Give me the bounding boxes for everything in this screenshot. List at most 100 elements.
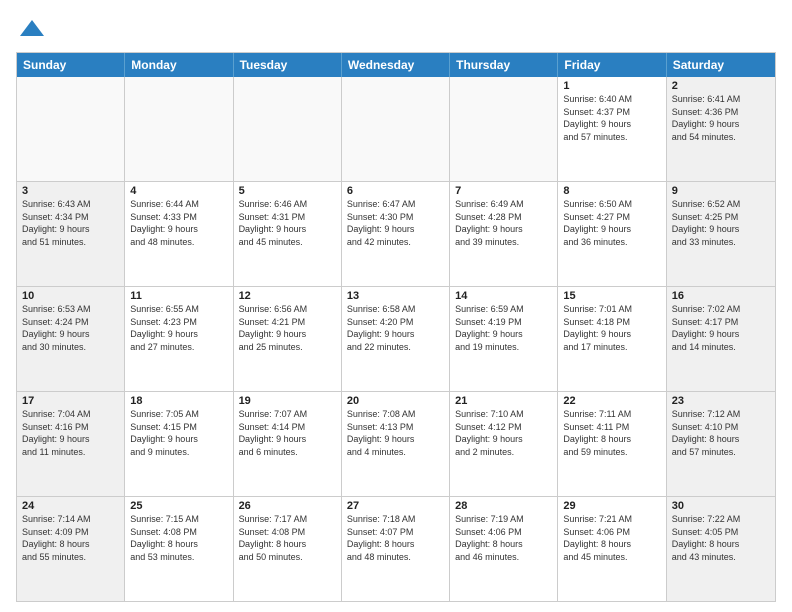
day-info: Sunrise: 6:44 AM Sunset: 4:33 PM Dayligh… [130,198,227,248]
day-cell-24: 24Sunrise: 7:14 AM Sunset: 4:09 PM Dayli… [17,497,125,601]
day-number: 14 [455,290,552,302]
day-number: 15 [563,290,660,302]
day-info: Sunrise: 7:21 AM Sunset: 4:06 PM Dayligh… [563,513,660,563]
day-info: Sunrise: 7:18 AM Sunset: 4:07 PM Dayligh… [347,513,444,563]
day-number: 5 [239,185,336,197]
day-number: 1 [563,80,660,92]
header-cell-wednesday: Wednesday [342,53,450,77]
day-cell-1: 1Sunrise: 6:40 AM Sunset: 4:37 PM Daylig… [558,77,666,181]
day-cell-27: 27Sunrise: 7:18 AM Sunset: 4:07 PM Dayli… [342,497,450,601]
day-info: Sunrise: 7:19 AM Sunset: 4:06 PM Dayligh… [455,513,552,563]
day-number: 26 [239,500,336,512]
day-info: Sunrise: 7:07 AM Sunset: 4:14 PM Dayligh… [239,408,336,458]
day-cell-empty [17,77,125,181]
day-number: 13 [347,290,444,302]
day-number: 8 [563,185,660,197]
header-cell-saturday: Saturday [667,53,775,77]
logo-icon [18,16,46,44]
day-info: Sunrise: 7:15 AM Sunset: 4:08 PM Dayligh… [130,513,227,563]
day-number: 9 [672,185,770,197]
calendar: SundayMondayTuesdayWednesdayThursdayFrid… [16,52,776,602]
day-cell-12: 12Sunrise: 6:56 AM Sunset: 4:21 PM Dayli… [234,287,342,391]
day-cell-21: 21Sunrise: 7:10 AM Sunset: 4:12 PM Dayli… [450,392,558,496]
day-info: Sunrise: 6:50 AM Sunset: 4:27 PM Dayligh… [563,198,660,248]
day-info: Sunrise: 7:17 AM Sunset: 4:08 PM Dayligh… [239,513,336,563]
day-info: Sunrise: 6:55 AM Sunset: 4:23 PM Dayligh… [130,303,227,353]
day-number: 20 [347,395,444,407]
day-cell-9: 9Sunrise: 6:52 AM Sunset: 4:25 PM Daylig… [667,182,775,286]
header-cell-monday: Monday [125,53,233,77]
day-info: Sunrise: 6:46 AM Sunset: 4:31 PM Dayligh… [239,198,336,248]
day-cell-2: 2Sunrise: 6:41 AM Sunset: 4:36 PM Daylig… [667,77,775,181]
day-number: 11 [130,290,227,302]
day-info: Sunrise: 6:43 AM Sunset: 4:34 PM Dayligh… [22,198,119,248]
header-cell-friday: Friday [558,53,666,77]
day-cell-17: 17Sunrise: 7:04 AM Sunset: 4:16 PM Dayli… [17,392,125,496]
day-number: 12 [239,290,336,302]
calendar-row-3: 10Sunrise: 6:53 AM Sunset: 4:24 PM Dayli… [17,286,775,391]
day-number: 28 [455,500,552,512]
day-number: 30 [672,500,770,512]
day-number: 17 [22,395,119,407]
day-info: Sunrise: 6:41 AM Sunset: 4:36 PM Dayligh… [672,93,770,143]
day-info: Sunrise: 7:11 AM Sunset: 4:11 PM Dayligh… [563,408,660,458]
day-info: Sunrise: 7:04 AM Sunset: 4:16 PM Dayligh… [22,408,119,458]
day-number: 24 [22,500,119,512]
day-cell-empty [125,77,233,181]
header-cell-thursday: Thursday [450,53,558,77]
day-cell-11: 11Sunrise: 6:55 AM Sunset: 4:23 PM Dayli… [125,287,233,391]
day-info: Sunrise: 7:10 AM Sunset: 4:12 PM Dayligh… [455,408,552,458]
day-cell-15: 15Sunrise: 7:01 AM Sunset: 4:18 PM Dayli… [558,287,666,391]
day-cell-29: 29Sunrise: 7:21 AM Sunset: 4:06 PM Dayli… [558,497,666,601]
day-info: Sunrise: 7:12 AM Sunset: 4:10 PM Dayligh… [672,408,770,458]
calendar-row-5: 24Sunrise: 7:14 AM Sunset: 4:09 PM Dayli… [17,496,775,601]
day-cell-28: 28Sunrise: 7:19 AM Sunset: 4:06 PM Dayli… [450,497,558,601]
page: SundayMondayTuesdayWednesdayThursdayFrid… [0,0,792,612]
day-cell-5: 5Sunrise: 6:46 AM Sunset: 4:31 PM Daylig… [234,182,342,286]
day-info: Sunrise: 7:22 AM Sunset: 4:05 PM Dayligh… [672,513,770,563]
logo [16,16,46,44]
day-info: Sunrise: 6:53 AM Sunset: 4:24 PM Dayligh… [22,303,119,353]
day-info: Sunrise: 6:56 AM Sunset: 4:21 PM Dayligh… [239,303,336,353]
day-info: Sunrise: 7:05 AM Sunset: 4:15 PM Dayligh… [130,408,227,458]
day-number: 16 [672,290,770,302]
day-info: Sunrise: 7:01 AM Sunset: 4:18 PM Dayligh… [563,303,660,353]
header-cell-tuesday: Tuesday [234,53,342,77]
day-number: 6 [347,185,444,197]
day-number: 21 [455,395,552,407]
day-number: 7 [455,185,552,197]
day-info: Sunrise: 6:58 AM Sunset: 4:20 PM Dayligh… [347,303,444,353]
day-cell-14: 14Sunrise: 6:59 AM Sunset: 4:19 PM Dayli… [450,287,558,391]
day-number: 19 [239,395,336,407]
day-info: Sunrise: 6:49 AM Sunset: 4:28 PM Dayligh… [455,198,552,248]
day-cell-3: 3Sunrise: 6:43 AM Sunset: 4:34 PM Daylig… [17,182,125,286]
day-number: 22 [563,395,660,407]
day-info: Sunrise: 7:08 AM Sunset: 4:13 PM Dayligh… [347,408,444,458]
day-info: Sunrise: 6:47 AM Sunset: 4:30 PM Dayligh… [347,198,444,248]
day-number: 29 [563,500,660,512]
day-cell-25: 25Sunrise: 7:15 AM Sunset: 4:08 PM Dayli… [125,497,233,601]
day-cell-8: 8Sunrise: 6:50 AM Sunset: 4:27 PM Daylig… [558,182,666,286]
header [16,12,776,44]
calendar-body: 1Sunrise: 6:40 AM Sunset: 4:37 PM Daylig… [17,77,775,601]
day-number: 4 [130,185,227,197]
day-info: Sunrise: 6:40 AM Sunset: 4:37 PM Dayligh… [563,93,660,143]
day-info: Sunrise: 6:52 AM Sunset: 4:25 PM Dayligh… [672,198,770,248]
day-cell-18: 18Sunrise: 7:05 AM Sunset: 4:15 PM Dayli… [125,392,233,496]
day-cell-4: 4Sunrise: 6:44 AM Sunset: 4:33 PM Daylig… [125,182,233,286]
day-number: 18 [130,395,227,407]
header-cell-sunday: Sunday [17,53,125,77]
calendar-row-2: 3Sunrise: 6:43 AM Sunset: 4:34 PM Daylig… [17,181,775,286]
day-cell-23: 23Sunrise: 7:12 AM Sunset: 4:10 PM Dayli… [667,392,775,496]
day-info: Sunrise: 7:02 AM Sunset: 4:17 PM Dayligh… [672,303,770,353]
day-cell-20: 20Sunrise: 7:08 AM Sunset: 4:13 PM Dayli… [342,392,450,496]
day-cell-30: 30Sunrise: 7:22 AM Sunset: 4:05 PM Dayli… [667,497,775,601]
calendar-row-4: 17Sunrise: 7:04 AM Sunset: 4:16 PM Dayli… [17,391,775,496]
day-info: Sunrise: 7:14 AM Sunset: 4:09 PM Dayligh… [22,513,119,563]
day-number: 27 [347,500,444,512]
day-number: 23 [672,395,770,407]
day-info: Sunrise: 6:59 AM Sunset: 4:19 PM Dayligh… [455,303,552,353]
day-cell-22: 22Sunrise: 7:11 AM Sunset: 4:11 PM Dayli… [558,392,666,496]
calendar-header: SundayMondayTuesdayWednesdayThursdayFrid… [17,53,775,77]
day-number: 2 [672,80,770,92]
